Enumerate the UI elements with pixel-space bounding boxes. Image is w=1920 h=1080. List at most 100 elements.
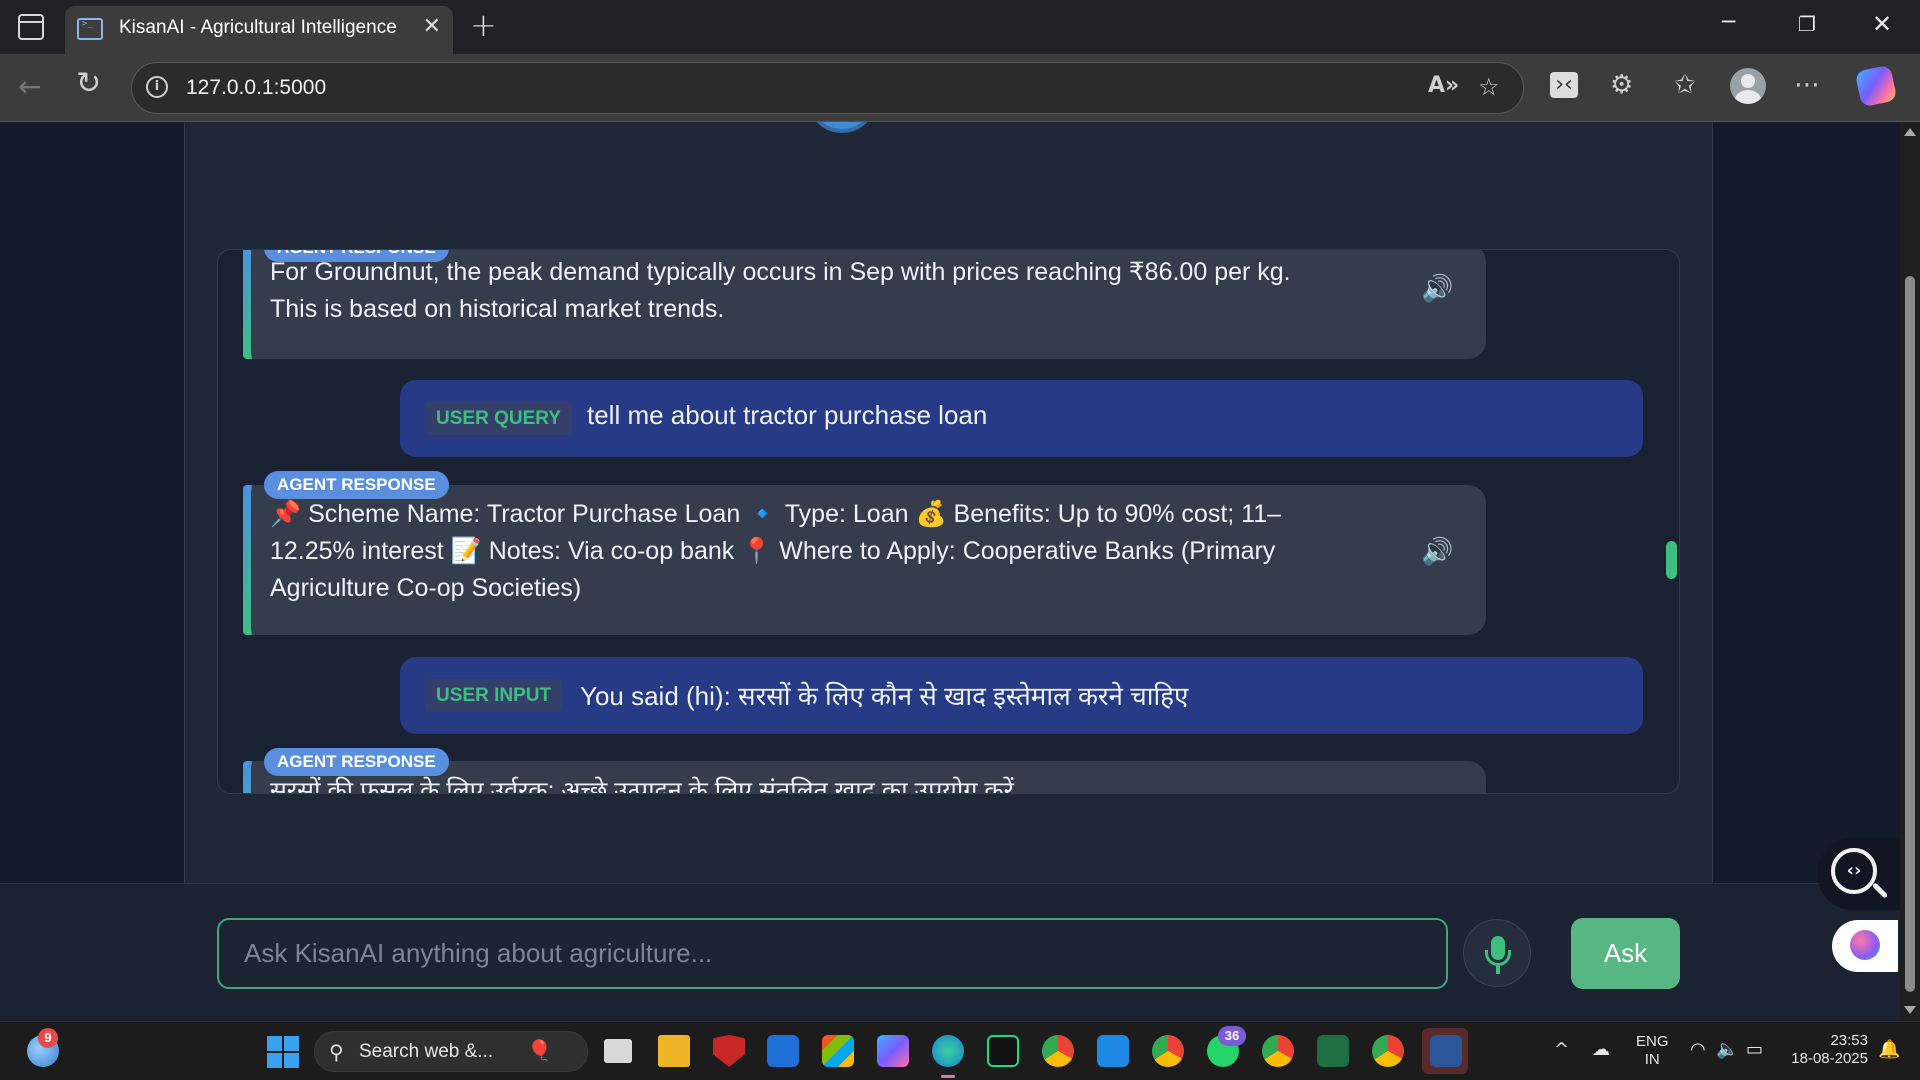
word-icon[interactable]	[1430, 1035, 1462, 1067]
site-info-icon[interactable]: i	[146, 76, 168, 98]
clock[interactable]: 23:53 18-08-2025	[1786, 1032, 1868, 1068]
taskbar-search[interactable]: ⚲ Search web &... 🎈	[314, 1031, 588, 1072]
visual-studio-icon[interactable]	[767, 1035, 799, 1067]
message-line: 📌 Scheme Name: Tractor Purchase Loan 🔹 T…	[270, 500, 1282, 528]
user-input-tag: USER INPUT	[425, 679, 563, 712]
agent-message-text: 📌 Scheme Name: Tractor Purchase Loan 🔹 T…	[270, 496, 1281, 607]
extensions-puzzle-icon[interactable]: ⚙	[1610, 70, 1633, 100]
browser-toolbar: ← ↻ i 127.0.0.1:5000 A» ☆ ›‹ ⚙ ✩ ⋯	[0, 54, 1920, 122]
mic-icon-base	[1485, 950, 1511, 966]
battery-icon[interactable]: ▭	[1746, 1039, 1763, 1060]
back-icon[interactable]: ←	[18, 70, 41, 103]
user-message-text: tell me about tractor purchase loan	[587, 400, 988, 430]
edge-active-indicator	[941, 1075, 955, 1078]
speaker-icon[interactable]: 🔊	[1421, 274, 1453, 304]
file-explorer-icon[interactable]	[658, 1035, 690, 1067]
code-search-icon: ‹›	[1831, 848, 1877, 894]
page-scrollbar[interactable]	[1900, 122, 1920, 1021]
show-hidden-icons-icon[interactable]: ^	[1554, 1039, 1569, 1060]
agent-response-tag: AGENT RESPONSE	[264, 748, 449, 776]
minimize-icon[interactable]: ─	[1722, 10, 1735, 35]
page-scrollbar-thumb[interactable]	[1905, 276, 1915, 992]
chrome-icon[interactable]	[1042, 1035, 1074, 1067]
url-text[interactable]: 127.0.0.1:5000	[186, 76, 326, 100]
tab-favicon-icon	[77, 18, 103, 40]
balloons-icon: 🎈	[527, 1038, 552, 1062]
chat-history[interactable]: For Groundnut, the peak demand typically…	[217, 249, 1680, 794]
read-aloud-icon[interactable]: A»	[1428, 73, 1459, 98]
user-query-tag: USER QUERY	[425, 402, 572, 435]
language-indicator[interactable]: ENG IN	[1636, 1033, 1669, 1069]
mcafee-icon[interactable]	[713, 1035, 745, 1067]
user-message: USER QUERY tell me about tractor purchas…	[400, 380, 1643, 457]
speaker-icon[interactable]: 🔊	[1421, 537, 1453, 567]
input-bar: Ask	[0, 883, 1900, 1021]
language-code: ENG	[1636, 1033, 1669, 1050]
message-line: Agriculture Co-op Societies)	[270, 574, 582, 602]
scroll-down-icon[interactable]	[1904, 1006, 1916, 1014]
message-line: सरसों की फसल के लिए उर्वरक: अच्छे उत्पाद…	[270, 777, 1014, 794]
scroll-up-icon[interactable]	[1904, 128, 1916, 136]
windows-taskbar: 9 ⚲ Search web &... 🎈 36 ^ ☁ ENG IN ◠ 🔈 …	[0, 1021, 1920, 1080]
logo-text: KisanAI	[891, 122, 1100, 131]
user-message: USER INPUT You said (hi): सरसों के लिए क…	[400, 657, 1643, 734]
agent-response-tag: AGENT RESPONSE	[264, 471, 449, 499]
search-icon: ⚲	[329, 1040, 344, 1064]
favorite-star-icon[interactable]: ☆	[1478, 73, 1500, 101]
clock-date: 18-08-2025	[1791, 1050, 1868, 1067]
close-window-icon[interactable]: ✕	[1872, 10, 1892, 38]
ask-button[interactable]: Ask	[1571, 918, 1680, 989]
extension-terminal-icon[interactable]: ›‹	[1550, 72, 1578, 98]
microsoft-store-icon[interactable]	[822, 1035, 854, 1067]
code-search-icon-handle	[1871, 882, 1889, 899]
display-app-icon[interactable]	[1097, 1035, 1129, 1067]
logo-badge: AI	[807, 122, 877, 133]
agent-message-text: सरसों की फसल के लिए उर्वरक: अच्छे उत्पाद…	[270, 773, 1014, 794]
excel-icon[interactable]	[1317, 1035, 1349, 1067]
volume-icon[interactable]: 🔈	[1716, 1039, 1738, 1060]
tab-title: KisanAI - Agricultural Intelligence	[119, 17, 397, 38]
favorites-list-icon[interactable]: ✩	[1674, 70, 1696, 100]
start-button-icon[interactable]	[267, 1036, 299, 1068]
copilot-icon[interactable]	[1854, 64, 1898, 108]
clock-time: 23:53	[1830, 1032, 1868, 1049]
chat-scrollbar-thumb[interactable]	[1666, 541, 1677, 579]
mic-button[interactable]	[1463, 919, 1531, 987]
pycharm-icon[interactable]	[987, 1035, 1019, 1067]
ask-input[interactable]	[217, 918, 1448, 989]
page-viewport: AI KisanAI For Groundnut, the peak deman…	[0, 122, 1920, 1021]
agent-response-tag: AGENT RESPONSE	[264, 250, 449, 262]
region-code: IN	[1644, 1051, 1660, 1068]
profile-avatar[interactable]	[1730, 68, 1766, 104]
mic-icon-stem	[1496, 966, 1500, 974]
app-logo: AI KisanAI	[807, 122, 1100, 133]
sidebar-toggle-icon[interactable]	[18, 14, 44, 40]
close-tab-icon[interactable]: ✕	[423, 14, 441, 39]
new-tab-icon[interactable]: +	[470, 6, 497, 44]
message-line: This is based on historical market trend…	[270, 295, 725, 323]
notification-bell-icon[interactable]: 🔔	[1878, 1039, 1900, 1060]
search-text: Search web &...	[359, 1041, 494, 1062]
chrome-profile-icon[interactable]	[1152, 1035, 1184, 1067]
more-menu-icon[interactable]: ⋯	[1794, 70, 1820, 100]
edge-icon[interactable]	[932, 1035, 964, 1067]
chrome-icon-3[interactable]	[1372, 1035, 1404, 1067]
reload-icon[interactable]: ↻	[76, 66, 101, 101]
copilot-taskbar-icon[interactable]	[877, 1035, 909, 1067]
weather-badge: 9	[38, 1028, 58, 1048]
whatsapp-badge: 36	[1218, 1026, 1246, 1046]
floating-zoom-button[interactable]: ‹›	[1817, 838, 1905, 910]
address-bar[interactable]: i 127.0.0.1:5000 A» ☆	[131, 62, 1524, 114]
wifi-icon[interactable]: ◠	[1690, 1039, 1706, 1060]
agent-message: For Groundnut, the peak demand typically…	[243, 250, 1486, 359]
browser-tab[interactable]: KisanAI - Agricultural Intelligence ✕	[65, 6, 453, 54]
floating-assistant-button[interactable]	[1832, 920, 1898, 972]
user-message-text: You said (hi): सरसों के लिए कौन से खाद इ…	[580, 681, 1189, 711]
browser-title-bar: KisanAI - Agricultural Intelligence ✕ + …	[0, 0, 1920, 54]
chrome-icon-2[interactable]	[1262, 1035, 1294, 1067]
onedrive-icon[interactable]: ☁	[1592, 1039, 1610, 1060]
task-view-icon[interactable]	[604, 1039, 632, 1063]
restore-icon[interactable]: ❐	[1798, 12, 1816, 36]
brain-icon	[1850, 930, 1880, 960]
agent-message-text: For Groundnut, the peak demand typically…	[270, 254, 1291, 328]
